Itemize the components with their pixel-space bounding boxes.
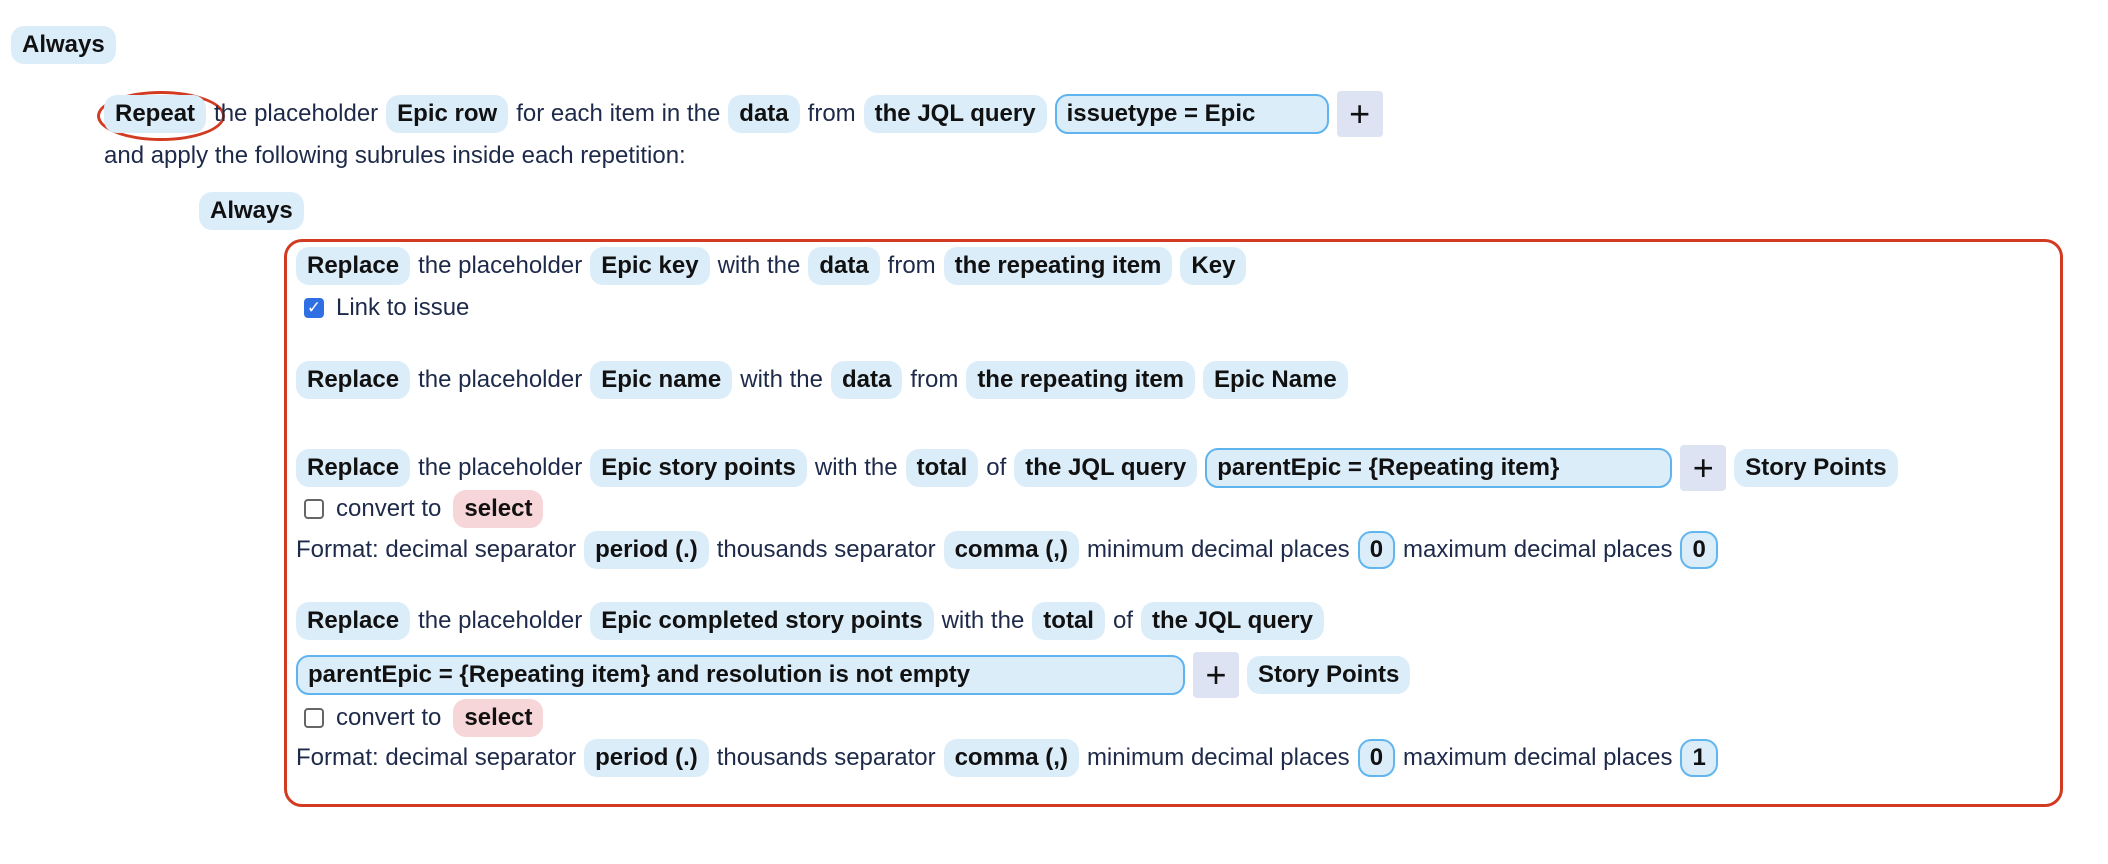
- decimal-separator-pill[interactable]: period (.): [584, 739, 709, 777]
- jql-input[interactable]: [296, 655, 1185, 695]
- min-decimal-input[interactable]: 0: [1357, 531, 1396, 569]
- text: with the: [740, 366, 823, 393]
- convert-select[interactable]: select: [453, 699, 544, 737]
- link-to-issue-label: Link to issue: [336, 294, 470, 321]
- subrule-epic-story-points: Replace the placeholder Epic story point…: [296, 445, 1898, 491]
- from-pill[interactable]: the JQL query: [1140, 602, 1324, 640]
- text: the placeholder: [418, 366, 583, 393]
- text: maximum decimal places: [1403, 744, 1673, 771]
- subrule-epic-key: Replace the placeholder Epic key with th…: [296, 246, 1247, 286]
- replace-action[interactable]: Replace: [296, 602, 411, 640]
- text: the placeholder: [214, 100, 379, 127]
- from-pill[interactable]: the repeating item: [966, 361, 1196, 399]
- text: Format: decimal separator: [296, 744, 577, 771]
- placeholder-pill[interactable]: Epic row: [386, 95, 509, 133]
- thousands-separator-pill[interactable]: comma (,): [943, 531, 1079, 569]
- jql-input[interactable]: [1205, 448, 1673, 488]
- field-pill[interactable]: Epic Name: [1203, 361, 1348, 399]
- max-decimal-input[interactable]: 0: [1680, 531, 1718, 569]
- jql-input[interactable]: [1054, 94, 1329, 134]
- max-decimal-input[interactable]: 1: [1680, 739, 1718, 777]
- source-pill[interactable]: total: [1032, 602, 1105, 640]
- replace-action[interactable]: Replace: [296, 361, 411, 399]
- repeat-description: and apply the following subrules inside …: [104, 142, 686, 169]
- source-pill[interactable]: data: [808, 247, 880, 285]
- placeholder-pill[interactable]: Epic story points: [590, 449, 807, 487]
- text: of: [1112, 607, 1133, 634]
- field-pill[interactable]: Key: [1180, 247, 1247, 285]
- text: the placeholder: [418, 252, 583, 279]
- text: minimum decimal places: [1086, 744, 1350, 771]
- text: of: [986, 454, 1007, 481]
- repeat-rule: Repeat the placeholder Epic row for each…: [104, 91, 1383, 137]
- placeholder-pill[interactable]: Epic name: [590, 361, 733, 399]
- field-pill[interactable]: Story Points: [1734, 449, 1898, 487]
- decimal-separator-pill[interactable]: period (.): [584, 531, 709, 569]
- text: Format: decimal separator: [296, 536, 577, 563]
- text: with the: [941, 607, 1025, 634]
- text: thousands separator: [716, 744, 936, 771]
- text: from: [807, 100, 856, 127]
- placeholder-pill[interactable]: Epic completed story points: [590, 602, 934, 640]
- plus-icon[interactable]: +: [1680, 445, 1727, 491]
- query-type-pill[interactable]: the JQL query: [863, 95, 1047, 133]
- placeholder-pill[interactable]: Epic key: [590, 247, 710, 285]
- text: the placeholder: [418, 454, 583, 481]
- link-to-issue-checkbox[interactable]: ✓: [304, 298, 324, 318]
- text: from: [887, 252, 936, 279]
- convert-label: convert to: [336, 495, 442, 522]
- text: with the: [717, 252, 801, 279]
- source-pill[interactable]: data: [830, 361, 903, 399]
- text: maximum decimal places: [1403, 536, 1673, 563]
- replace-action[interactable]: Replace: [296, 247, 411, 285]
- convert-select[interactable]: select: [453, 490, 544, 528]
- plus-icon[interactable]: +: [1193, 652, 1239, 698]
- from-pill[interactable]: the JQL query: [1014, 449, 1198, 487]
- highlight-box: [284, 239, 2063, 807]
- replace-action[interactable]: Replace: [296, 449, 411, 487]
- text: for each item in the: [516, 100, 721, 127]
- subrule-epic-completed-story-points: Replace the placeholder Epic completed s…: [296, 601, 1324, 641]
- field-pill[interactable]: Story Points: [1247, 656, 1411, 694]
- text: the placeholder: [418, 607, 583, 634]
- convert-checkbox[interactable]: [304, 708, 324, 728]
- repeat-action[interactable]: Repeat: [104, 95, 207, 133]
- convert-label: convert to: [336, 704, 442, 731]
- text: minimum decimal places: [1086, 536, 1350, 563]
- source-pill[interactable]: total: [905, 449, 979, 487]
- condition-always[interactable]: Always: [11, 26, 116, 64]
- from-pill[interactable]: the repeating item: [943, 247, 1173, 285]
- text: thousands separator: [716, 536, 936, 563]
- convert-checkbox[interactable]: [304, 499, 324, 519]
- source-pill[interactable]: data: [728, 95, 800, 133]
- text: with the: [814, 454, 898, 481]
- plus-icon[interactable]: +: [1336, 91, 1383, 137]
- condition-always-nested[interactable]: Always: [199, 192, 304, 230]
- min-decimal-input[interactable]: 0: [1357, 739, 1396, 777]
- text: from: [910, 366, 959, 393]
- thousands-separator-pill[interactable]: comma (,): [943, 739, 1079, 777]
- subrule-epic-name: Replace the placeholder Epic name with t…: [296, 360, 1348, 400]
